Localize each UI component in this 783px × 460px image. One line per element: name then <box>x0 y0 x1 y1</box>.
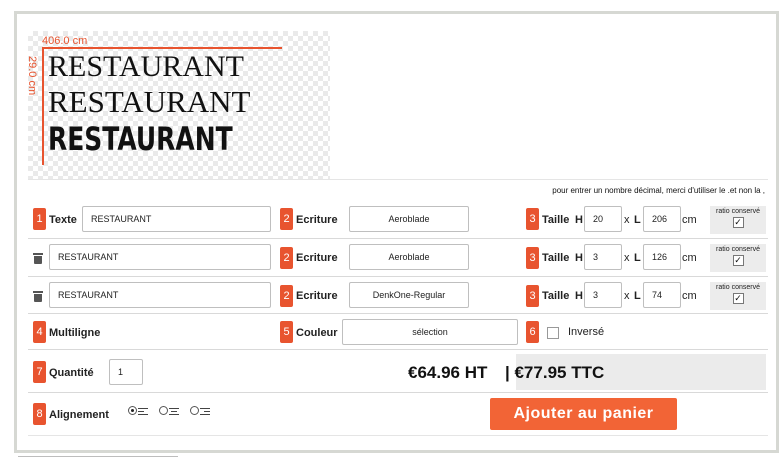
ratio-box: ratio conservé ✓ <box>710 282 766 310</box>
text-input[interactable]: RESTAURANT <box>82 206 271 232</box>
align-center-radio[interactable] <box>159 406 168 415</box>
alignment-label: Alignement <box>49 409 109 421</box>
quantity-input[interactable]: 1 <box>109 359 143 385</box>
color-select[interactable]: sélection <box>342 319 518 345</box>
align-left-radio[interactable] <box>128 406 137 415</box>
preview-line-1: RESTAURANT <box>48 50 244 83</box>
height-guide <box>42 47 44 165</box>
step-badge: 3 <box>526 208 539 230</box>
length-label: L <box>634 214 641 226</box>
font-label: Ecriture <box>296 290 338 302</box>
text-input[interactable]: RESTAURANT <box>49 282 271 308</box>
height-label: H <box>575 214 583 226</box>
price-ht: €64.96 HT <box>408 363 488 382</box>
align-center-icon <box>169 408 179 417</box>
inverse-label: Inversé <box>568 326 605 338</box>
height-input[interactable]: 20 <box>584 206 622 232</box>
font-select[interactable]: Aeroblade <box>349 206 469 232</box>
ratio-checkbox[interactable]: ✓ <box>732 293 744 304</box>
times-sign: x <box>624 214 630 226</box>
font-select[interactable]: Aeroblade <box>349 244 469 270</box>
size-label: Taille <box>542 214 570 226</box>
length-label: L <box>634 252 641 264</box>
step-badge: 1 <box>33 208 46 230</box>
step-badge: 2 <box>280 208 293 230</box>
height-input[interactable]: 3 <box>584 244 622 270</box>
color-label: Couleur <box>296 327 338 339</box>
step-badge: 3 <box>526 247 539 269</box>
times-sign: x <box>624 290 630 302</box>
ratio-label: ratio conservé <box>716 246 760 253</box>
add-to-cart-button[interactable]: Ajouter au panier <box>490 398 677 430</box>
preview-line-2: RESTAURANT <box>48 84 251 119</box>
ratio-label: ratio conservé <box>716 284 760 291</box>
step-badge: 4 <box>33 321 46 343</box>
height-label: H <box>575 252 583 264</box>
font-select[interactable]: DenkOne-Regular <box>349 282 469 308</box>
step-badge: 6 <box>526 321 539 343</box>
multiline-label[interactable]: Multiligne <box>49 327 100 339</box>
ratio-checkbox[interactable]: ✓ <box>732 217 744 228</box>
step-badge: 7 <box>33 361 46 383</box>
font-label: Ecriture <box>296 252 338 264</box>
size-label: Taille <box>542 290 570 302</box>
ratio-box: ratio conservé ✓ <box>710 206 766 234</box>
align-right-icon <box>200 408 210 417</box>
preview-line-3: RESTAURANT <box>48 120 233 158</box>
align-right-radio[interactable] <box>190 406 199 415</box>
step-badge: 3 <box>526 285 539 307</box>
trash-icon[interactable] <box>33 253 43 264</box>
length-label: L <box>634 290 641 302</box>
divider <box>18 456 178 457</box>
times-sign: x <box>624 252 630 264</box>
length-input[interactable]: 206 <box>643 206 681 232</box>
price-ttc: | €77.95 TTC <box>505 363 605 382</box>
unit-label: cm <box>682 252 697 264</box>
text-label: Texte <box>49 214 77 226</box>
size-label: Taille <box>542 252 570 264</box>
unit-label: cm <box>682 290 697 302</box>
ratio-label: ratio conservé <box>716 208 760 215</box>
ratio-box: ratio conservé ✓ <box>710 244 766 272</box>
step-badge: 2 <box>280 285 293 307</box>
length-input[interactable]: 74 <box>643 282 681 308</box>
width-guide <box>42 47 282 49</box>
font-label: Ecriture <box>296 214 338 226</box>
trash-icon[interactable] <box>33 291 43 302</box>
length-input[interactable]: 126 <box>643 244 681 270</box>
quantity-label: Quantité <box>49 367 94 379</box>
height-label: H <box>575 290 583 302</box>
step-badge: 5 <box>280 321 293 343</box>
ratio-checkbox[interactable]: ✓ <box>732 255 744 266</box>
height-input[interactable]: 3 <box>584 282 622 308</box>
width-dimension: 406.0 cm <box>42 35 88 47</box>
step-badge: 2 <box>280 247 293 269</box>
inverse-checkbox[interactable] <box>547 327 559 339</box>
step-badge: 8 <box>33 403 46 425</box>
height-dimension: 29.0 cm <box>26 56 38 96</box>
text-input[interactable]: RESTAURANT <box>49 244 271 270</box>
align-left-icon <box>138 408 148 417</box>
unit-label: cm <box>682 214 697 226</box>
decimal-note: pour entrer un nombre décimal, merci d'u… <box>552 186 765 195</box>
